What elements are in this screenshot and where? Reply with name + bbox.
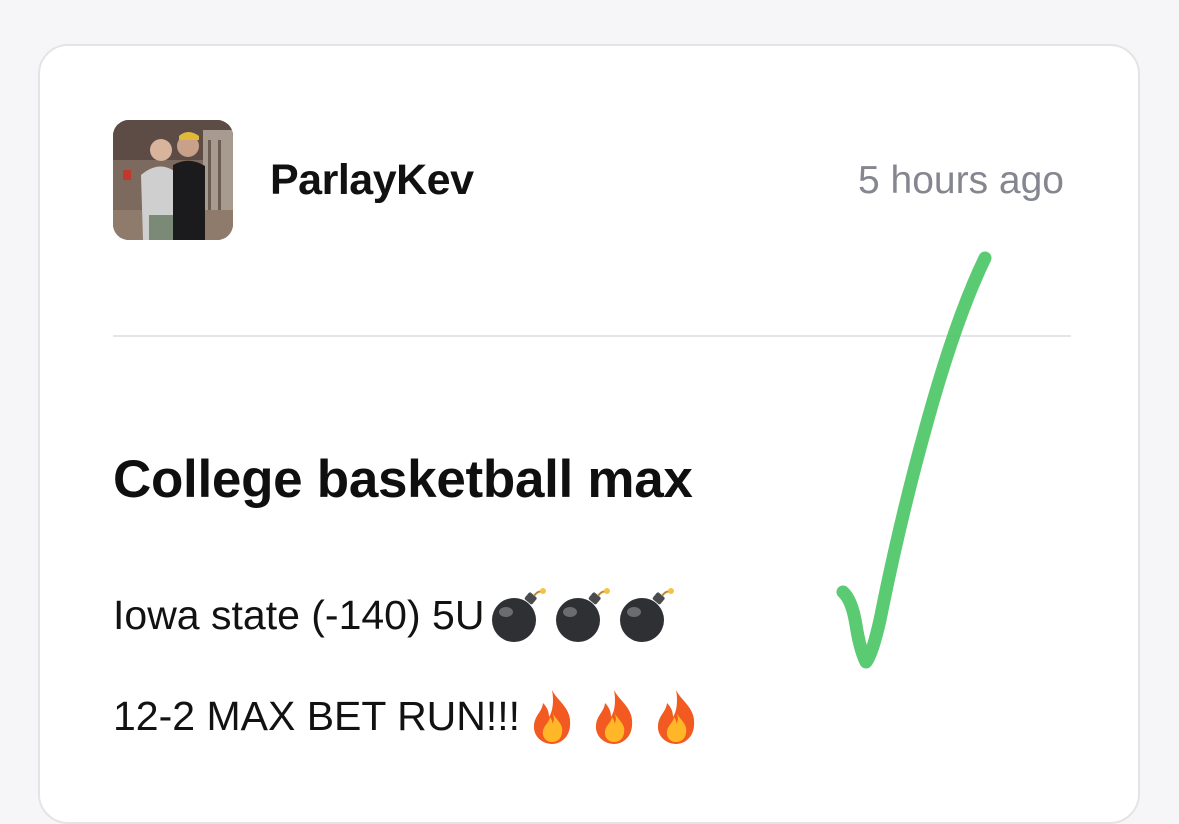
avatar-photo bbox=[113, 120, 233, 240]
fire-emoji-group bbox=[522, 686, 708, 746]
post-line-text: 12-2 MAX BET RUN!!! bbox=[113, 692, 521, 739]
bomb-icon bbox=[556, 588, 611, 642]
post-line-text: Iowa state (-140) 5U bbox=[113, 591, 485, 638]
post-line: Iowa state (-140) 5U bbox=[113, 584, 678, 646]
bomb-emoji-group bbox=[486, 584, 678, 646]
fire-icon bbox=[534, 690, 571, 744]
post-timestamp: 5 hours ago bbox=[858, 159, 1064, 202]
post-title: College basketball max bbox=[113, 450, 693, 509]
fire-icon bbox=[658, 690, 695, 744]
bomb-icon bbox=[620, 588, 675, 642]
divider bbox=[113, 335, 1071, 337]
post-card: ParlayKev 5 hours ago College basketball… bbox=[38, 44, 1140, 824]
avatar[interactable] bbox=[113, 120, 233, 240]
bomb-icon bbox=[492, 588, 547, 642]
fire-icon bbox=[596, 690, 633, 744]
username[interactable]: ParlayKev bbox=[270, 156, 474, 205]
post-line: 12-2 MAX BET RUN!!! bbox=[113, 686, 708, 746]
